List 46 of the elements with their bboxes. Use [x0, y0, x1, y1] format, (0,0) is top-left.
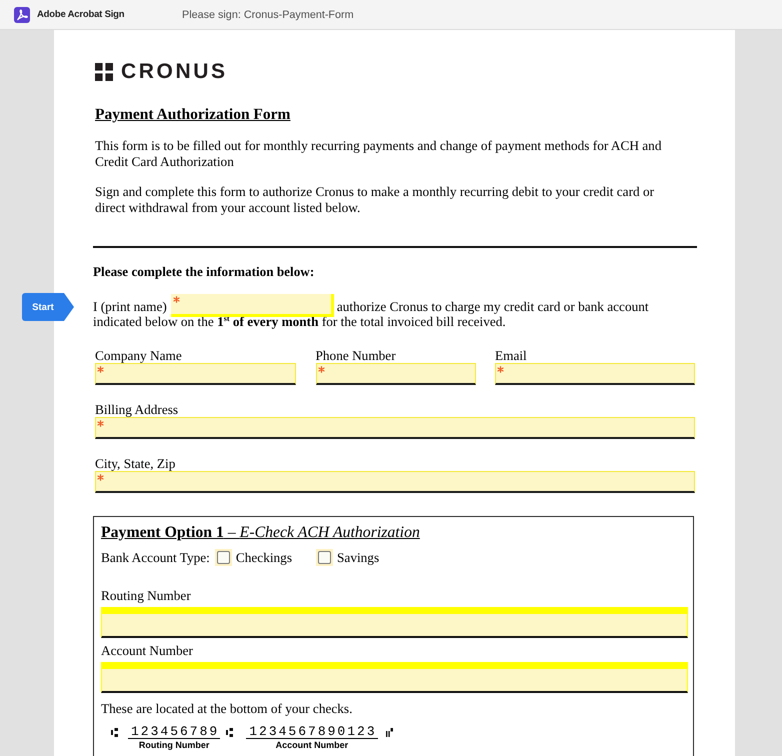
app-name: Adobe Acrobat Sign	[37, 9, 124, 20]
payment-option-heading: Payment Option 1 – E-Check ACH Authorization	[101, 524, 420, 542]
account-number: 1234567890123	[246, 724, 378, 738]
checkbox[interactable]	[214, 548, 232, 566]
required-asterisk-icon	[172, 296, 180, 303]
note-text: These are located at the bottom of your checks.	[101, 700, 352, 716]
text-field[interactable]	[95, 416, 695, 438]
logo-mark-icon	[95, 63, 113, 81]
field-label: Phone Number	[316, 348, 396, 362]
routing-number: 123456789	[128, 724, 220, 738]
required-asterisk-icon	[318, 366, 324, 372]
account-type-label: Bank Account Type:	[101, 550, 210, 564]
routing-caption: Routing Number	[138, 740, 210, 750]
transit-symbol-icon	[226, 728, 234, 736]
acrobat-logo-icon	[14, 6, 30, 22]
checkbox-label[interactable]: Checkings	[236, 550, 292, 564]
name-field[interactable]	[170, 294, 334, 317]
transit-symbol-icon	[111, 728, 118, 736]
text-field[interactable]	[95, 470, 695, 492]
print-name-label: I (print name)	[93, 298, 167, 316]
account-caption: Account Number	[276, 740, 348, 750]
field-label: Billing Address	[95, 402, 178, 416]
required-asterisk-icon	[97, 366, 104, 372]
checkbox-label[interactable]: Savings	[337, 550, 380, 564]
required-asterisk-icon	[97, 474, 104, 480]
field-label: Company Name	[95, 348, 182, 362]
field-label: Account Number	[101, 642, 193, 658]
authorization-text: authorize Cronus to charge my credit card or bank account	[336, 298, 649, 316]
section-heading: Please complete the information below:	[93, 264, 314, 280]
form-title: Payment Authorization Form	[95, 106, 290, 124]
field-label: Email	[495, 348, 527, 362]
field-label: City, State, Zip	[95, 456, 176, 470]
field-label: Routing Number	[101, 588, 191, 602]
authorization-text: indicated below on the 1$^{st}$ of every month for the total invoiced bill received.	[93, 314, 506, 328]
intro-paragraph: This form is to be filled out for monthly recurring payments and change of payment methods for ACH and Credit Card Authorization	[95, 138, 662, 169]
on-us-symbol-icon	[386, 728, 393, 736]
text-field[interactable]	[95, 362, 296, 384]
intro-paragraph: Sign and complete this form to authorize Cronus to make a monthly recurring debit to your credit card or direct withdrawal from your account listed below.	[95, 184, 656, 215]
start-button[interactable]: Start	[22, 293, 74, 321]
checkbox[interactable]	[316, 548, 334, 566]
text-field[interactable]	[316, 362, 476, 384]
required-asterisk-icon	[497, 366, 504, 372]
required-asterisk-icon	[97, 420, 104, 426]
logo-wordmark: CRONUS	[121, 63, 228, 81]
text-field[interactable]	[495, 362, 695, 384]
document-title: Please sign: Cronus-Payment-Form	[182, 8, 354, 20]
